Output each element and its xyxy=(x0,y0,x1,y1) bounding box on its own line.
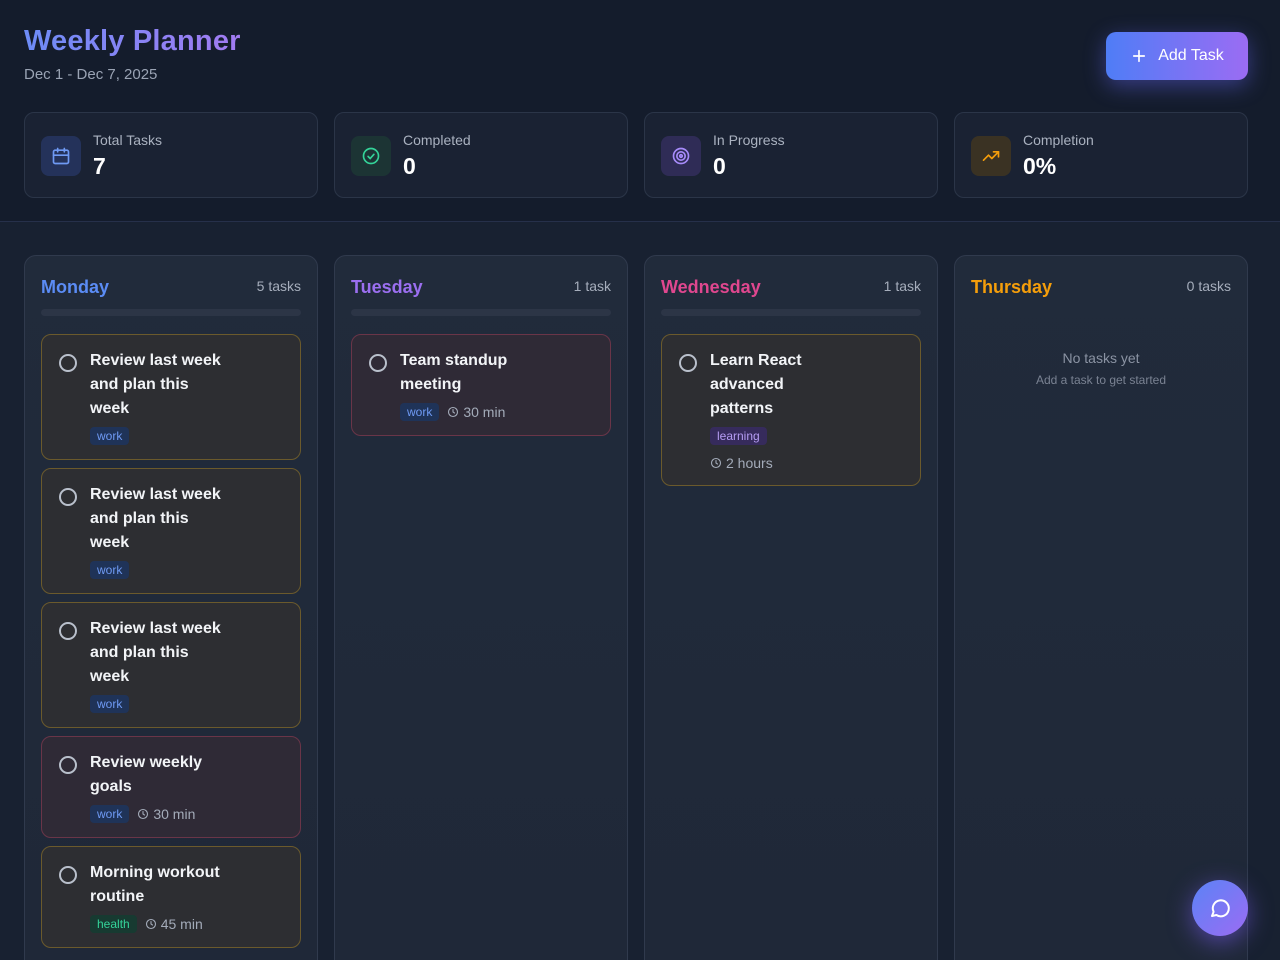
task-list: Learn React advanced patterns learning 2… xyxy=(661,334,921,494)
empty-state-title: No tasks yet xyxy=(1062,350,1140,366)
day-task-count: 1 task xyxy=(883,278,921,294)
stat-label: Completed xyxy=(403,132,471,148)
task-card[interactable]: Team standup meeting work 30 min xyxy=(351,334,611,436)
header: Weekly Planner Dec 1 - Dec 7, 2025 Add T… xyxy=(0,0,1280,222)
task-duration: 45 min xyxy=(145,916,203,932)
task-tag: learning xyxy=(710,427,767,445)
chat-button[interactable] xyxy=(1192,880,1248,936)
task-checkbox[interactable] xyxy=(59,756,77,774)
task-duration: 30 min xyxy=(447,404,505,420)
day-progress-bar xyxy=(661,309,921,316)
stat-completed: Completed 0 xyxy=(334,112,628,198)
task-tag: work xyxy=(90,805,130,823)
task-card[interactable]: Review last week and plan this week work xyxy=(41,468,301,594)
clock-icon xyxy=(448,406,459,418)
day-column-wednesday: Wednesday 1 task Learn React advanced pa… xyxy=(644,255,938,960)
day-task-count: 5 tasks xyxy=(256,278,301,294)
stat-value: 7 xyxy=(93,153,106,179)
task-list: Review last week and plan this week work… xyxy=(41,334,301,956)
day-column-monday: Monday 5 tasks Review last week and plan… xyxy=(24,255,318,960)
stat-value: 0% xyxy=(1023,153,1057,179)
day-task-count: 1 task xyxy=(573,278,611,294)
task-card[interactable]: Learn React advanced patterns learning 2… xyxy=(661,334,921,486)
day-name: Wednesday xyxy=(661,277,761,297)
task-checkbox[interactable] xyxy=(59,866,77,884)
stats-row: Total Tasks 7 Completed 0 In Progress 0 … xyxy=(24,112,1248,198)
day-task-count: 0 tasks xyxy=(1186,278,1231,294)
task-title: Review last week and plan this week xyxy=(90,486,221,551)
clock-icon xyxy=(145,918,156,930)
task-duration-text: 45 min xyxy=(160,916,203,932)
day-column-thursday: Thursday 0 tasks No tasks yet Add a task… xyxy=(954,255,1248,960)
task-title: Review weekly goals xyxy=(90,754,203,795)
task-checkbox[interactable] xyxy=(59,622,77,640)
task-duration: 2 hours xyxy=(710,455,904,471)
task-tag: work xyxy=(400,403,440,421)
clock-icon xyxy=(138,808,149,820)
stat-label: Completion xyxy=(1023,132,1094,148)
task-title: Team standup meeting xyxy=(400,352,508,393)
empty-state-subtitle: Add a task to get started xyxy=(1035,373,1167,387)
day-name: Tuesday xyxy=(351,277,423,297)
add-task-button[interactable]: Add Task xyxy=(1106,32,1248,80)
task-tag: work xyxy=(90,561,130,579)
trending-up-icon xyxy=(971,136,1011,176)
plus-icon xyxy=(1133,49,1146,63)
clock-icon xyxy=(710,457,722,469)
task-title: Review last week and plan this week xyxy=(90,352,221,417)
task-duration-text: 2 hours xyxy=(726,455,773,471)
task-tag: work xyxy=(90,695,130,713)
stat-completion: Completion 0% xyxy=(954,112,1248,198)
task-card[interactable]: Morning workout routine health 45 min xyxy=(41,846,301,948)
task-list: Team standup meeting work 30 min xyxy=(351,334,611,444)
stat-value: 0 xyxy=(713,153,726,179)
task-card[interactable]: Review last week and plan this week work xyxy=(41,334,301,460)
task-duration: 30 min xyxy=(137,806,195,822)
calendar-icon xyxy=(41,136,81,176)
stat-value: 0 xyxy=(403,153,416,179)
page-title: Weekly Planner xyxy=(24,25,241,57)
target-icon xyxy=(661,136,701,176)
task-checkbox[interactable] xyxy=(59,488,77,506)
task-checkbox[interactable] xyxy=(59,354,77,372)
chat-bubble-icon xyxy=(1211,899,1230,918)
task-duration-text: 30 min xyxy=(463,404,506,420)
stat-total-tasks: Total Tasks 7 xyxy=(24,112,318,198)
task-checkbox[interactable] xyxy=(369,354,387,372)
task-checkbox[interactable] xyxy=(679,354,697,372)
task-tag: work xyxy=(90,427,130,445)
task-tag: health xyxy=(90,915,137,933)
task-card[interactable]: Review weekly goals work 30 min xyxy=(41,736,301,838)
task-title: Morning workout routine xyxy=(90,864,220,905)
day-progress-bar xyxy=(41,309,301,316)
date-range: Dec 1 - Dec 7, 2025 xyxy=(24,66,158,83)
task-title: Learn React advanced patterns xyxy=(710,352,802,417)
day-name: Thursday xyxy=(971,277,1053,297)
stat-label: In Progress xyxy=(713,132,785,148)
stat-label: Total Tasks xyxy=(93,132,162,148)
check-circle-icon xyxy=(351,136,391,176)
day-progress-bar xyxy=(351,309,611,316)
task-card[interactable]: Review last week and plan this week work xyxy=(41,602,301,728)
add-task-label: Add Task xyxy=(1158,47,1224,64)
task-title: Review last week and plan this week xyxy=(90,620,221,685)
week-board: Monday 5 tasks Review last week and plan… xyxy=(24,255,1248,960)
day-name: Monday xyxy=(41,277,110,297)
day-column-tuesday: Tuesday 1 task Team standup meeting work… xyxy=(334,255,628,960)
task-duration-text: 30 min xyxy=(153,806,196,822)
stat-in-progress: In Progress 0 xyxy=(644,112,938,198)
